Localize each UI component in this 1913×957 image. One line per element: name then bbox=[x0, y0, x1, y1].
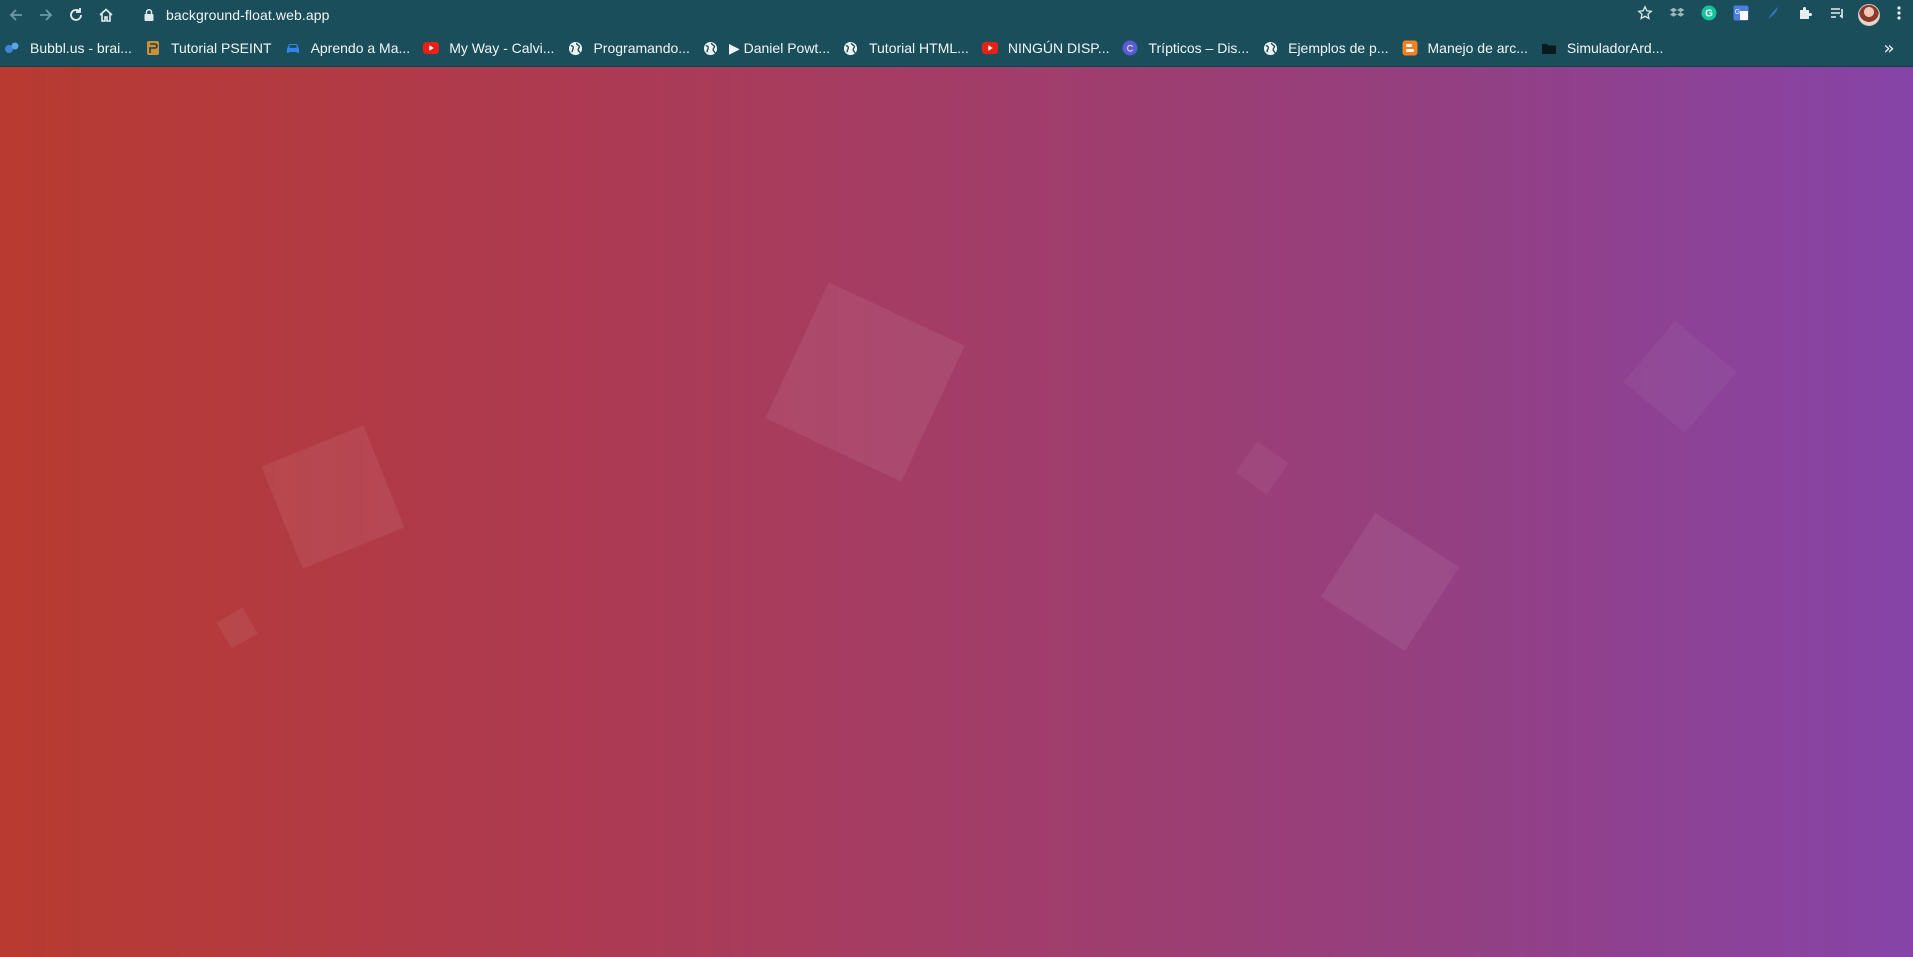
menu-button[interactable] bbox=[1885, 0, 1913, 30]
star-icon bbox=[1637, 5, 1653, 25]
extensions-button[interactable] bbox=[1789, 0, 1821, 30]
car-icon bbox=[285, 40, 301, 56]
arrow-left-icon bbox=[8, 7, 24, 23]
pseint-icon bbox=[145, 40, 161, 56]
url-text[interactable]: background-float.web.app bbox=[166, 7, 330, 23]
browser-toolbar: background-float.web.app G G bbox=[0, 0, 1913, 30]
floating-square bbox=[1320, 512, 1460, 652]
youtube-icon bbox=[981, 40, 998, 56]
bookmark-item[interactable]: My Way - Calvi... bbox=[417, 34, 561, 62]
floating-square bbox=[1623, 320, 1737, 434]
page-background bbox=[0, 67, 1913, 957]
bookmark-item[interactable]: ▶ Daniel Powt... bbox=[697, 34, 837, 62]
forward-button[interactable] bbox=[31, 0, 61, 30]
home-button[interactable] bbox=[91, 0, 121, 30]
toolbar-actions: G G bbox=[1629, 0, 1913, 30]
arrow-right-icon bbox=[38, 7, 54, 23]
bookmark-item[interactable]: Ejemplos de p... bbox=[1256, 34, 1395, 62]
reload-button[interactable] bbox=[61, 0, 91, 30]
grammarly-extension[interactable]: G bbox=[1693, 0, 1725, 30]
bookmark-item[interactable]: Bubbl.us - brai... bbox=[0, 34, 139, 62]
bookmark-item[interactable]: C Trípticos – Dis... bbox=[1116, 34, 1256, 62]
feather-extension[interactable] bbox=[1757, 0, 1789, 30]
bookmark-item[interactable]: SimuladorArd... bbox=[1535, 34, 1670, 62]
blogger-icon bbox=[1402, 40, 1418, 56]
folder-icon bbox=[1541, 40, 1557, 56]
bubbl-icon bbox=[4, 40, 20, 56]
youtube-icon bbox=[423, 40, 440, 56]
canva-icon: C bbox=[1122, 40, 1138, 56]
svg-text:C: C bbox=[1127, 44, 1134, 54]
grammarly-icon: G bbox=[1701, 5, 1717, 25]
bookmark-item[interactable]: NINGÚN DISP... bbox=[976, 34, 1117, 62]
globe-icon bbox=[1262, 40, 1278, 56]
puzzle-icon bbox=[1797, 5, 1813, 25]
dropbox-icon bbox=[1669, 5, 1685, 25]
back-button[interactable] bbox=[1, 0, 31, 30]
floating-square bbox=[216, 607, 258, 649]
lock-icon bbox=[140, 6, 158, 24]
translate-icon: G bbox=[1733, 5, 1749, 25]
bookmark-item[interactable]: Aprendo a Ma... bbox=[279, 34, 418, 62]
translate-extension[interactable]: G bbox=[1725, 0, 1757, 30]
svg-text:G: G bbox=[1705, 9, 1713, 20]
feather-icon bbox=[1765, 5, 1781, 25]
bookmark-item[interactable]: Programando... bbox=[561, 34, 697, 62]
globe-icon bbox=[567, 40, 583, 56]
floating-square bbox=[1235, 441, 1289, 495]
bookmark-star-button[interactable] bbox=[1629, 0, 1661, 30]
svg-text:G: G bbox=[1735, 9, 1740, 16]
bookmark-item[interactable]: Manejo de arc... bbox=[1396, 34, 1535, 62]
more-bookmarks-button[interactable]: » bbox=[1877, 34, 1901, 62]
globe-icon bbox=[843, 40, 859, 56]
floating-square bbox=[261, 425, 405, 569]
home-icon bbox=[98, 7, 114, 23]
reload-icon bbox=[68, 7, 84, 23]
reading-list-icon bbox=[1829, 5, 1845, 25]
bookmark-item[interactable]: Tutorial PSEINT bbox=[139, 34, 279, 62]
address-bar[interactable]: background-float.web.app bbox=[140, 2, 1645, 28]
bookmarks-bar: Bubbl.us - brai... Tutorial PSEINT Apren… bbox=[0, 30, 1913, 67]
floating-square bbox=[765, 282, 965, 482]
dropbox-extension[interactable] bbox=[1661, 0, 1693, 30]
kebab-menu-icon bbox=[1897, 5, 1901, 25]
reading-list-button[interactable] bbox=[1821, 0, 1853, 30]
avatar bbox=[1858, 4, 1880, 26]
globe-icon bbox=[703, 40, 719, 56]
bookmark-item[interactable]: Tutorial HTML... bbox=[837, 34, 976, 62]
profile-button[interactable] bbox=[1853, 0, 1885, 30]
